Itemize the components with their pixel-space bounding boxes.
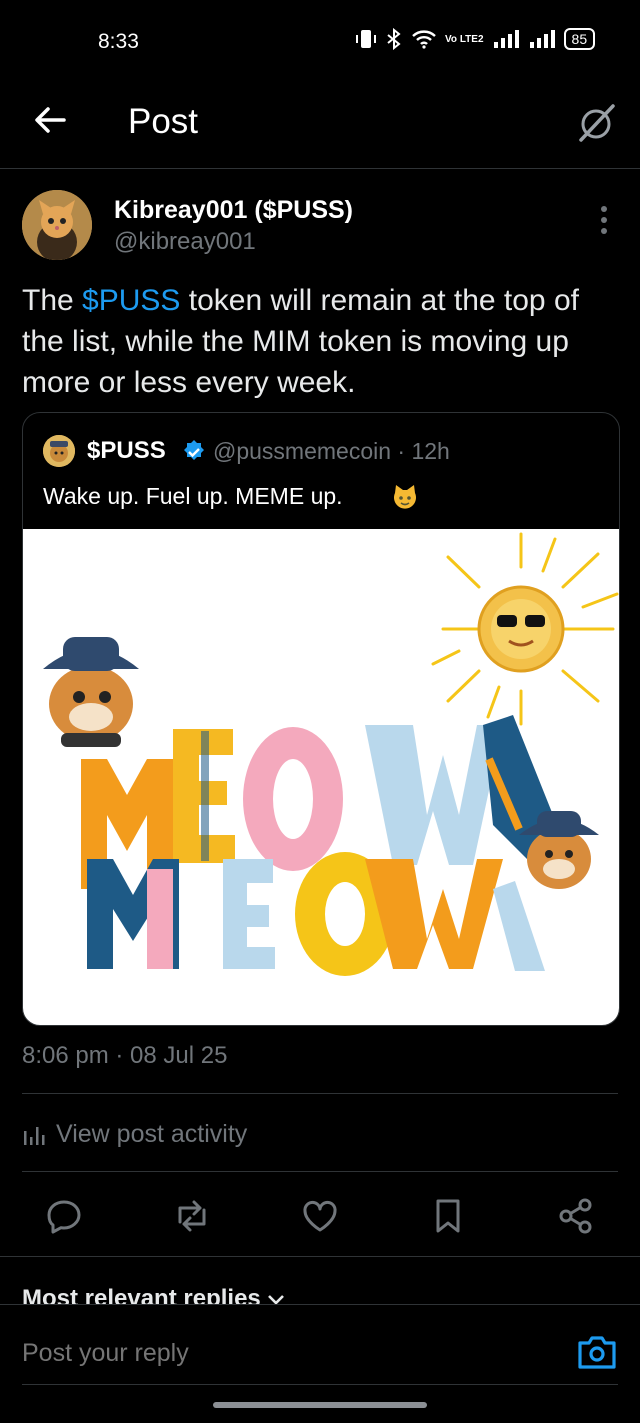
reply-input[interactable] <box>22 1339 522 1368</box>
author-avatar[interactable] <box>22 190 92 260</box>
signal-2-icon <box>529 30 555 48</box>
quote-avatar-image <box>43 435 75 467</box>
back-arrow-icon[interactable] <box>30 100 70 140</box>
cat-emoji-icon <box>394 485 416 509</box>
home-indicator[interactable] <box>213 1402 427 1408</box>
status-bar-time: 8:33 <box>98 30 139 53</box>
post-text-start: The <box>22 284 83 317</box>
chart-icon[interactable] <box>22 1123 46 1145</box>
post-text: The $PUSS token will remain at the top o… <box>22 280 626 403</box>
cashtag-link[interactable]: $PUSS <box>82 284 180 317</box>
divider <box>22 1093 618 1094</box>
post-timestamp: 8:06 pm · 08 Jul 25 <box>22 1042 228 1069</box>
network-label: Vo LTE2 <box>445 33 484 45</box>
grok-icon[interactable] <box>574 100 618 144</box>
like-icon[interactable] <box>300 1196 340 1236</box>
avatar-cat-image <box>22 190 92 260</box>
bluetooth-icon <box>387 28 401 50</box>
author-handle[interactable]: @kibreay001 <box>114 228 256 256</box>
more-vertical-icon[interactable] <box>594 204 614 236</box>
meow-word-bottom <box>87 852 545 976</box>
view-post-activity-link[interactable]: View post activity <box>56 1120 247 1149</box>
divider <box>22 1171 618 1172</box>
quote-handle-time: @pussmemecoin · 12h <box>213 438 450 464</box>
quote-avatar[interactable] <box>43 435 75 467</box>
quote-image[interactable] <box>23 529 619 1025</box>
verified-badge-icon <box>184 440 204 460</box>
divider <box>22 1384 618 1385</box>
meow-meow-illustration <box>43 532 619 976</box>
camera-icon[interactable] <box>576 1331 618 1371</box>
replies-sort-dropdown[interactable]: Most relevant replies <box>22 1285 285 1305</box>
wifi-icon <box>412 30 436 49</box>
divider <box>0 1256 640 1257</box>
author-name[interactable]: Kibreay001 ($PUSS) <box>114 196 353 225</box>
hat-cat-left <box>43 637 139 747</box>
repost-icon[interactable] <box>172 1196 212 1236</box>
share-icon[interactable] <box>556 1196 596 1236</box>
quote-text: Wake up. Fuel up. MEME up. <box>43 483 343 509</box>
quote-author-name[interactable]: $PUSS <box>87 437 166 465</box>
reply-icon[interactable] <box>44 1196 84 1236</box>
page-title: Post <box>128 102 199 141</box>
header-divider <box>0 168 640 169</box>
quoted-post-card[interactable]: $PUSS @pussmemecoin · 12h Wake up. Fuel … <box>22 412 620 1026</box>
status-bar-icons: Vo LTE2 85 <box>355 28 596 50</box>
replies-sort-label: Most relevant replies <box>22 1285 261 1305</box>
vibrate-icon <box>356 30 376 48</box>
battery-indicator: 85 <box>563 28 596 50</box>
signal-1-icon <box>493 30 519 48</box>
bookmark-icon[interactable] <box>428 1196 468 1236</box>
